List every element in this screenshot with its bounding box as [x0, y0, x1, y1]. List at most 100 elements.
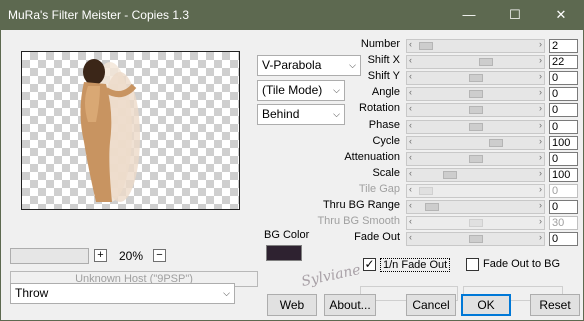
- chevron-right-icon: ›: [539, 200, 542, 210]
- about-button[interactable]: About...: [324, 294, 376, 316]
- zoom-out-button[interactable]: −: [153, 249, 166, 262]
- slider-thumb[interactable]: [489, 139, 503, 147]
- watermark-signature: Sylviane: [299, 261, 363, 291]
- throw-select[interactable]: Throw ⌵: [10, 283, 235, 304]
- chevron-left-icon: ‹: [409, 136, 412, 146]
- chevron-right-icon: ›: [539, 87, 542, 97]
- param-label: Attenuation: [344, 151, 400, 163]
- chevron-left-icon: ‹: [409, 232, 412, 242]
- fade-out-to-bg-label: Fade Out to BG: [483, 258, 561, 270]
- chevron-right-icon: ›: [539, 103, 542, 113]
- ok-button-label: OK: [477, 298, 495, 312]
- layer-select-value: Behind: [262, 107, 300, 121]
- chevron-left-icon: ‹: [409, 39, 412, 49]
- param-slider[interactable]: ‹ ›: [406, 55, 545, 69]
- slider-thumb[interactable]: [469, 235, 483, 243]
- tile-mode-select-value: (Tile Mode): [262, 83, 323, 97]
- fade-out-to-bg-checkbox[interactable]: [466, 258, 479, 271]
- param-value-field[interactable]: 0: [549, 232, 578, 246]
- param-value-field[interactable]: 0: [549, 87, 578, 101]
- param-label: Phase: [368, 119, 400, 131]
- slider-thumb: [469, 219, 483, 227]
- preview-figure-image: [80, 59, 140, 202]
- param-label: Shift Y: [367, 70, 400, 82]
- mode-select-value: V-Parabola: [262, 58, 322, 72]
- zoom-in-button[interactable]: +: [94, 249, 107, 262]
- param-slider[interactable]: ‹ ›: [406, 71, 545, 85]
- param-value-field: 0: [549, 184, 578, 198]
- param-label: Cycle: [372, 135, 400, 147]
- zoom-track[interactable]: [10, 248, 89, 264]
- reset-button[interactable]: Reset: [530, 294, 580, 316]
- param-slider[interactable]: ‹ ›: [406, 168, 545, 182]
- param-value-field: 30: [549, 216, 578, 230]
- chevron-right-icon: ›: [539, 168, 542, 178]
- one-over-n-fade-out-checkbox[interactable]: ✓: [363, 258, 376, 271]
- slider-thumb[interactable]: [469, 90, 483, 98]
- param-slider[interactable]: ‹ ›: [406, 120, 545, 134]
- param-slider[interactable]: ‹ ›: [406, 152, 545, 166]
- param-value-field[interactable]: 0: [549, 71, 578, 85]
- preview-canvas[interactable]: [21, 51, 240, 210]
- param-slider[interactable]: ‹ ›: [406, 136, 545, 150]
- param-value-field[interactable]: 2: [549, 39, 578, 53]
- chevron-down-icon: ⌵: [349, 60, 356, 70]
- param-value-field[interactable]: 22: [549, 55, 578, 69]
- slider-thumb[interactable]: [443, 171, 457, 179]
- layer-select[interactable]: Behind ⌵: [257, 104, 345, 125]
- param-slider: ‹ ›: [406, 184, 545, 198]
- chevron-left-icon: ‹: [409, 103, 412, 113]
- chevron-left-icon: ‹: [409, 71, 412, 81]
- param-slider[interactable]: ‹ ›: [406, 39, 545, 53]
- slider-thumb[interactable]: [469, 155, 483, 163]
- slider-thumb[interactable]: [469, 123, 483, 131]
- param-label: Thru BG Smooth: [317, 215, 400, 227]
- param-value-field[interactable]: 100: [549, 168, 578, 182]
- slider-thumb[interactable]: [425, 203, 439, 211]
- chevron-left-icon: ‹: [409, 200, 412, 210]
- reset-button-label: Reset: [539, 298, 571, 312]
- mode-select[interactable]: V-Parabola ⌵: [257, 55, 361, 76]
- chevron-left-icon: ‹: [409, 168, 412, 178]
- param-slider[interactable]: ‹ ›: [406, 87, 545, 101]
- slider-thumb[interactable]: [469, 74, 483, 82]
- minimize-button[interactable]: —: [446, 0, 492, 30]
- tile-mode-select[interactable]: (Tile Mode) ⌵: [257, 80, 345, 101]
- chevron-right-icon: ›: [539, 71, 542, 81]
- param-slider[interactable]: ‹ ›: [406, 232, 545, 246]
- throw-select-value: Throw: [15, 286, 49, 300]
- cancel-button[interactable]: Cancel: [406, 294, 456, 316]
- slider-thumb[interactable]: [419, 42, 433, 50]
- bg-color-swatch[interactable]: [266, 245, 302, 261]
- param-value-field[interactable]: 0: [549, 103, 578, 117]
- param-value-field[interactable]: 0: [549, 200, 578, 214]
- chevron-down-icon: ⌵: [223, 288, 230, 298]
- web-button[interactable]: Web: [267, 294, 317, 316]
- param-label: Shift X: [367, 54, 400, 66]
- slider-thumb: [419, 187, 433, 195]
- zoom-value: 20%: [118, 249, 144, 263]
- dialog-body: + 20% − Unknown Host ("9PSP") V-Parabola…: [0, 30, 584, 321]
- chevron-right-icon: ›: [539, 216, 542, 226]
- maximize-button[interactable]: ☐: [492, 0, 538, 30]
- param-slider[interactable]: ‹ ›: [406, 200, 545, 214]
- param-label: Angle: [371, 86, 400, 98]
- param-value-field[interactable]: 0: [549, 152, 578, 166]
- slider-thumb[interactable]: [479, 58, 493, 66]
- chevron-right-icon: ›: [539, 184, 542, 194]
- chevron-down-icon: ⌵: [333, 85, 340, 95]
- param-value-field[interactable]: 0: [549, 120, 578, 134]
- title-bar: MuRa's Filter Meister - Copies 1.3 — ☐ ✕: [0, 0, 584, 30]
- ok-button[interactable]: OK: [461, 294, 511, 316]
- web-button-label: Web: [279, 298, 305, 312]
- chevron-left-icon: ‹: [409, 120, 412, 130]
- one-over-n-fade-out-label: 1/n Fade Out: [380, 258, 451, 272]
- slider-thumb[interactable]: [469, 106, 483, 114]
- chevron-right-icon: ›: [539, 232, 542, 242]
- chevron-right-icon: ›: [539, 39, 542, 49]
- param-slider[interactable]: ‹ ›: [406, 103, 545, 117]
- close-button[interactable]: ✕: [538, 0, 584, 30]
- param-value-field[interactable]: 100: [549, 136, 578, 150]
- chevron-left-icon: ‹: [409, 55, 412, 65]
- window-title: MuRa's Filter Meister - Copies 1.3: [8, 8, 190, 22]
